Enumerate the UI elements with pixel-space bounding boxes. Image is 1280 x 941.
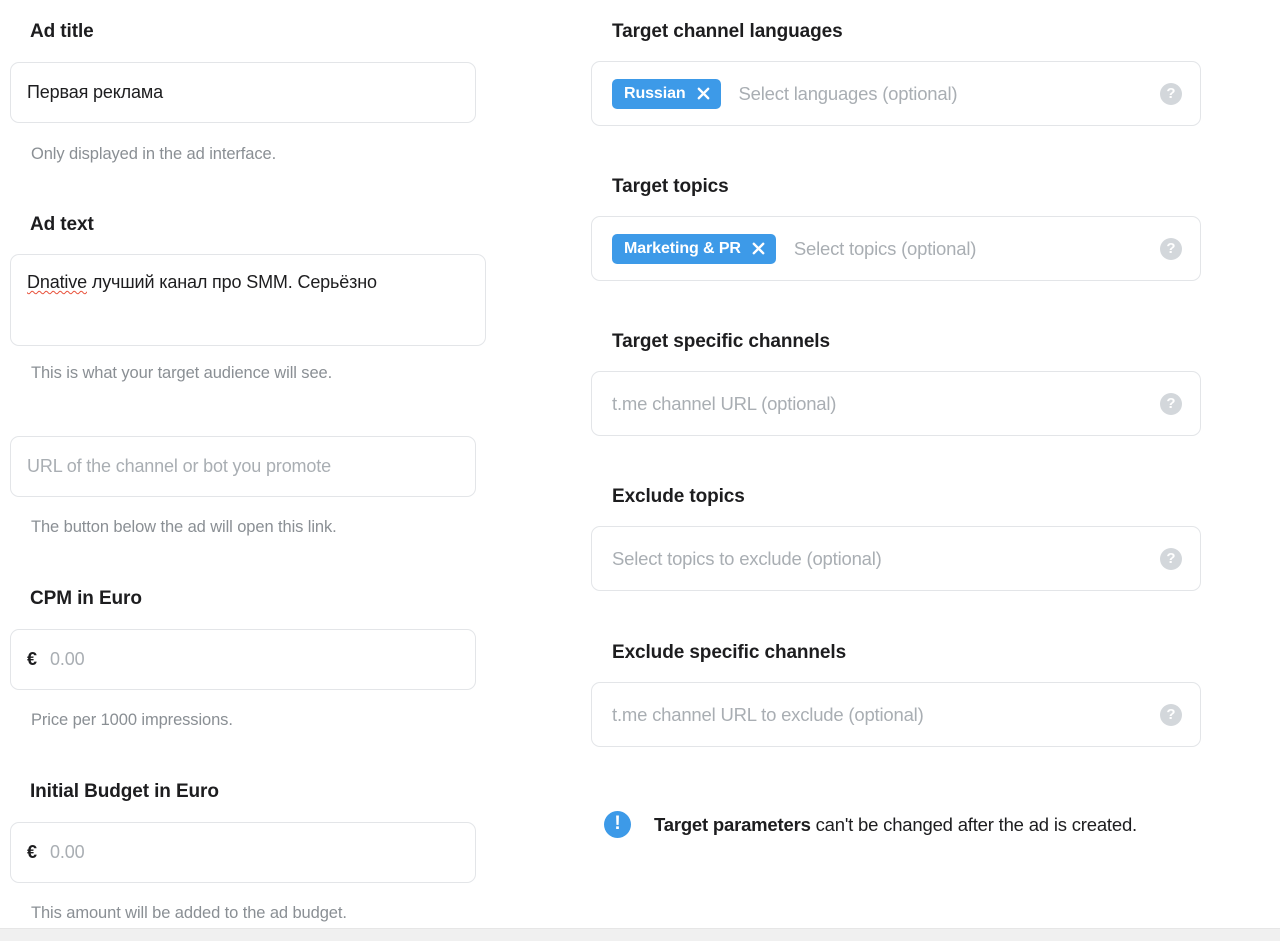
exclude-channels-placeholder: t.me channel URL to exclude (optional) (612, 704, 924, 726)
ad-text-hint: This is what your target audience will s… (31, 363, 332, 383)
notice-rest: can't be changed after the ad is created… (811, 814, 1137, 835)
cpm-hint: Price per 1000 impressions. (31, 710, 233, 730)
help-icon[interactable]: ? (1160, 393, 1182, 415)
help-icon[interactable]: ? (1160, 704, 1182, 726)
close-icon[interactable] (696, 86, 711, 101)
initial-budget-placeholder: 0.00 (50, 842, 84, 863)
exclude-topics-placeholder: Select topics to exclude (optional) (612, 548, 882, 570)
target-languages-label: Target channel languages (612, 21, 843, 43)
ad-text-textarea[interactable]: Dnative лучший канал про SMM. Серьёзно (10, 254, 486, 346)
chip-marketing-pr[interactable]: Marketing & PR (612, 234, 776, 264)
target-languages-placeholder: Select languages (optional) (739, 83, 958, 105)
help-glyph: ? (1166, 241, 1175, 256)
ad-title-input[interactable]: Первая реклама (10, 62, 476, 123)
target-topics-placeholder: Select topics (optional) (794, 238, 976, 260)
promo-url-hint: The button below the ad will open this l… (31, 517, 337, 537)
ad-text-value: лучший канал про SMM. Серьёзно (87, 272, 377, 292)
help-icon[interactable]: ? (1160, 238, 1182, 260)
cpm-label: CPM in Euro (30, 588, 142, 610)
help-glyph: ? (1166, 396, 1175, 411)
help-icon[interactable]: ? (1160, 83, 1182, 105)
target-topics-label: Target topics (612, 176, 729, 198)
initial-budget-hint: This amount will be added to the ad budg… (31, 903, 347, 923)
euro-symbol-icon: € (27, 842, 37, 863)
ad-creation-form: Ad title Первая реклама Only displayed i… (0, 0, 1280, 941)
target-languages-select[interactable]: Russian Select languages (optional) ? (591, 61, 1201, 126)
close-icon[interactable] (751, 241, 766, 256)
promo-url-input[interactable]: URL of the channel or bot you promote (10, 436, 476, 497)
ad-title-value: Первая реклама (27, 82, 163, 103)
info-glyph: ! (614, 814, 620, 833)
exclude-channels-input[interactable]: t.me channel URL to exclude (optional) ? (591, 682, 1201, 747)
cpm-input[interactable]: € 0.00 (10, 629, 476, 690)
ad-text-misspelled-word: Dnative (27, 272, 87, 292)
ad-title-label: Ad title (30, 21, 94, 43)
ad-text-label: Ad text (30, 214, 94, 236)
target-channels-placeholder: t.me channel URL (optional) (612, 393, 836, 415)
bottom-edge-band (0, 928, 1280, 941)
chip-label: Marketing & PR (624, 240, 741, 258)
promo-url-placeholder: URL of the channel or bot you promote (27, 456, 331, 477)
help-glyph: ? (1166, 551, 1175, 566)
ad-title-hint: Only displayed in the ad interface. (31, 144, 276, 164)
target-channels-label: Target specific channels (612, 331, 830, 353)
target-channels-input[interactable]: t.me channel URL (optional) ? (591, 371, 1201, 436)
initial-budget-label: Initial Budget in Euro (30, 781, 219, 803)
cpm-placeholder: 0.00 (50, 649, 84, 670)
help-glyph: ? (1166, 86, 1175, 101)
info-exclamation-icon: ! (604, 811, 631, 838)
notice-strong: Target parameters (654, 814, 811, 835)
notice-text: Target parameters can't be changed after… (654, 814, 1137, 836)
target-parameters-notice: ! Target parameters can't be changed aft… (604, 811, 1137, 838)
exclude-channels-label: Exclude specific channels (612, 642, 846, 664)
help-glyph: ? (1166, 707, 1175, 722)
chip-label: Russian (624, 85, 686, 103)
exclude-topics-select[interactable]: Select topics to exclude (optional) ? (591, 526, 1201, 591)
euro-symbol-icon: € (27, 649, 37, 670)
exclude-topics-label: Exclude topics (612, 486, 745, 508)
chip-russian[interactable]: Russian (612, 79, 721, 109)
help-icon[interactable]: ? (1160, 548, 1182, 570)
target-topics-select[interactable]: Marketing & PR Select topics (optional) … (591, 216, 1201, 281)
initial-budget-input[interactable]: € 0.00 (10, 822, 476, 883)
